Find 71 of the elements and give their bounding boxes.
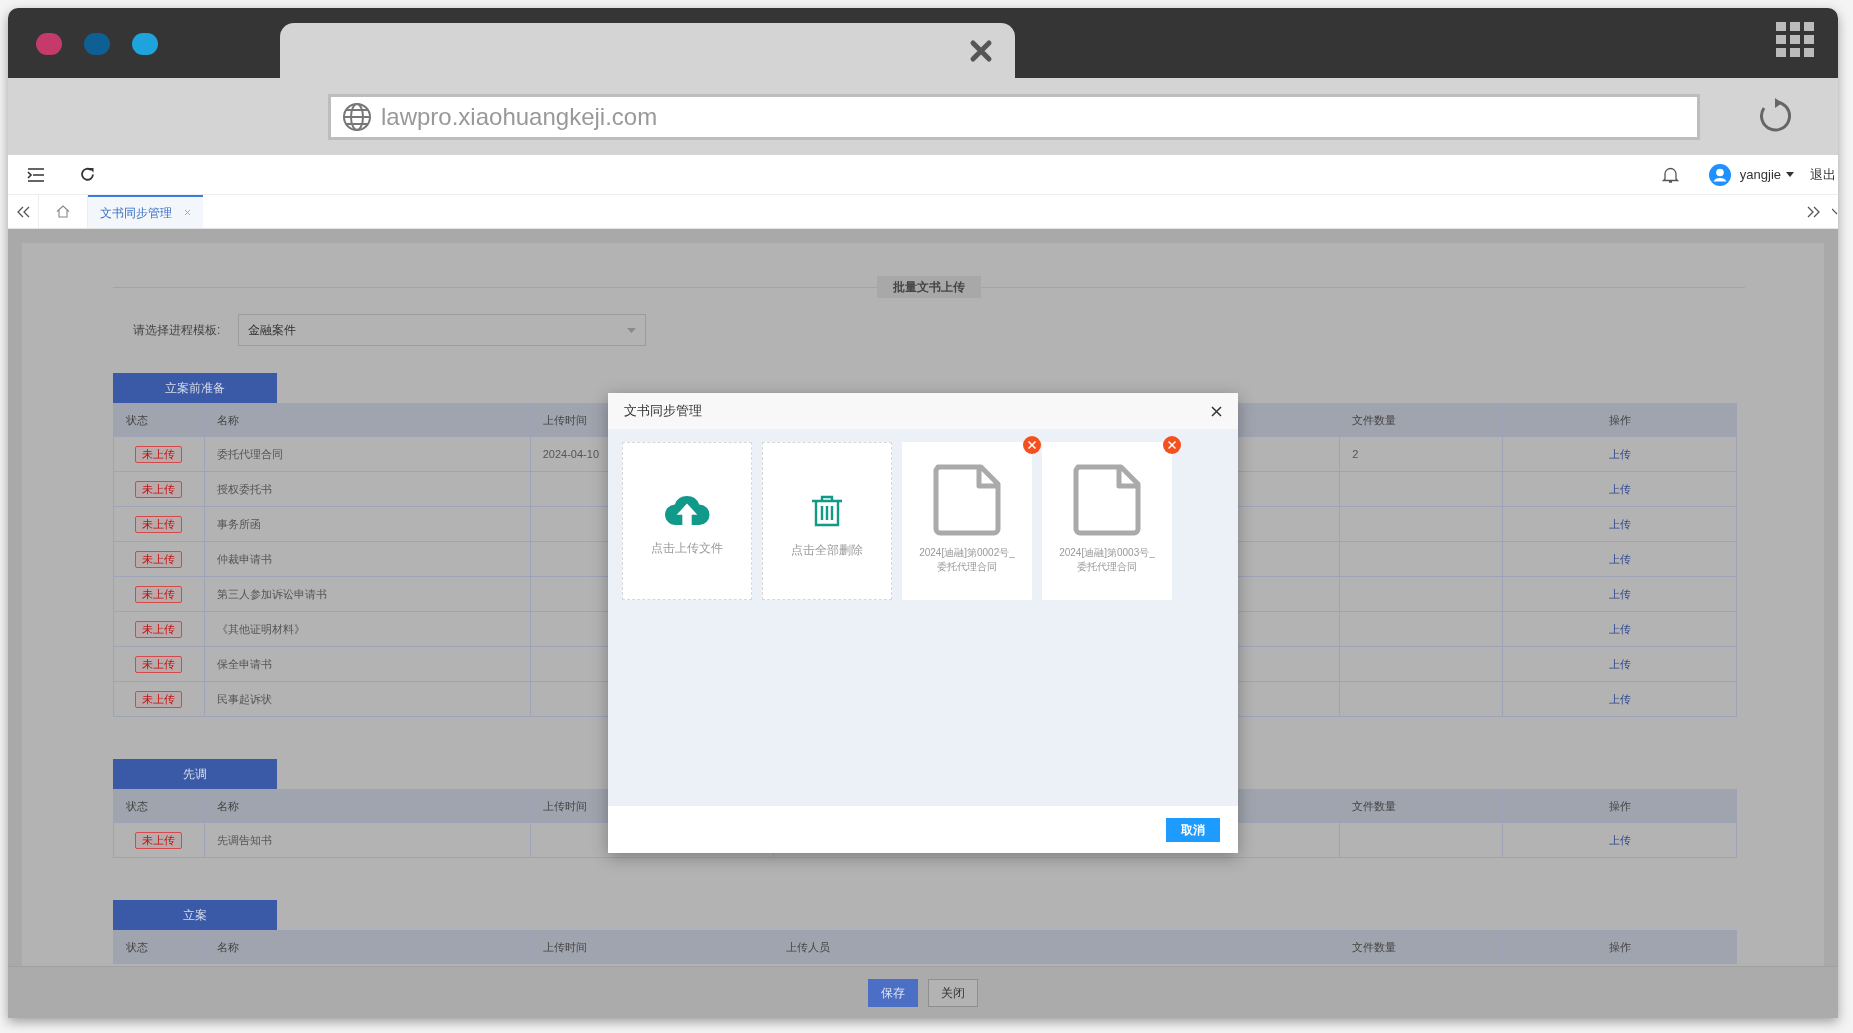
- table-cell: 保全申请书: [204, 647, 531, 682]
- home-icon[interactable]: [56, 205, 70, 218]
- document-icon: [933, 464, 1001, 536]
- trash-icon: [810, 495, 844, 527]
- column-header: 文件数量: [1340, 790, 1504, 823]
- file-card[interactable]: 2024[迪融]第0002号_ 委托代理合同: [902, 442, 1032, 600]
- close-button[interactable]: 关闭: [928, 978, 978, 1007]
- save-button[interactable]: 保存: [868, 978, 918, 1007]
- column-header: 操作: [1503, 931, 1737, 964]
- menu-icon[interactable]: [27, 166, 45, 183]
- column-header: 名称: [204, 790, 531, 823]
- table-cell: 民事起诉状: [204, 682, 531, 717]
- upload-card[interactable]: 点击上传文件: [622, 442, 752, 600]
- table-cell: 事务所函: [204, 507, 531, 542]
- remove-icon[interactable]: [1023, 436, 1041, 454]
- table-cell: 先调告知书: [204, 823, 531, 858]
- url-field[interactable]: lawpro.xiaohuangkeji.com: [328, 93, 1700, 140]
- section-header: 立案前准备: [113, 373, 277, 403]
- upload-link[interactable]: 上传: [1608, 831, 1631, 849]
- upload-link[interactable]: 上传: [1608, 515, 1631, 533]
- table-cell: 《其他证明材料》: [204, 612, 531, 647]
- column-header: 操作: [1503, 790, 1737, 823]
- cancel-button[interactable]: 取消: [1166, 817, 1220, 842]
- refresh-icon[interactable]: [79, 166, 96, 183]
- page-title: 批量文书上传: [877, 276, 981, 298]
- column-header: 文件数量: [1340, 404, 1504, 437]
- double-left-chevron-icon[interactable]: [16, 205, 30, 218]
- file-card[interactable]: 2024[迪融]第0003号_ 委托代理合同: [1042, 442, 1172, 600]
- document-icon: [1073, 464, 1141, 536]
- logout-link[interactable]: 退出: [1810, 164, 1836, 185]
- double-right-chevron-icon[interactable]: [1807, 205, 1820, 218]
- user-avatar-icon[interactable]: [1708, 163, 1731, 186]
- upload-link[interactable]: 上传: [1608, 690, 1631, 708]
- column-header: 文件数量: [1340, 931, 1504, 964]
- upload-link[interactable]: 上传: [1608, 585, 1631, 603]
- template-select[interactable]: 金融案件: [238, 314, 647, 346]
- close-icon[interactable]: [969, 39, 993, 63]
- upload-link[interactable]: 上传: [1608, 655, 1631, 673]
- cloud-upload-icon: [664, 495, 710, 525]
- chevron-down-icon[interactable]: [1832, 207, 1838, 216]
- delete-all-card[interactable]: 点击全部删除: [762, 442, 892, 600]
- user-menu[interactable]: yangjie: [1739, 164, 1794, 185]
- dialog-title: 文书同步管理: [624, 402, 702, 421]
- url-text: lawpro.xiaohuangkeji.com: [381, 101, 658, 132]
- table-cell: 仲裁申请书: [204, 542, 531, 577]
- column-header: 状态: [114, 404, 205, 437]
- bell-icon[interactable]: [1661, 165, 1679, 184]
- globe-icon: [341, 100, 373, 133]
- table-cell: 授权委托书: [204, 472, 531, 507]
- column-header: 名称: [204, 931, 531, 964]
- remove-icon[interactable]: [1163, 436, 1181, 454]
- page-tab[interactable]: 文书同步管理: [88, 195, 203, 228]
- table-cell: 2: [1340, 437, 1504, 472]
- caret-icon: [1786, 172, 1794, 177]
- upload-link[interactable]: 上传: [1608, 480, 1631, 498]
- upload-link[interactable]: 上传: [1608, 445, 1631, 463]
- column-header: 上传时间: [530, 931, 774, 964]
- template-label: 请选择进程模板:: [133, 322, 221, 339]
- close-icon[interactable]: [1211, 405, 1222, 417]
- column-header: 名称: [204, 404, 531, 437]
- column-header: 上传人员: [773, 931, 1341, 964]
- upload-link[interactable]: 上传: [1608, 550, 1631, 568]
- app-grid-icon[interactable]: [1776, 22, 1814, 58]
- upload-link[interactable]: 上传: [1608, 620, 1631, 638]
- section-header: 立案: [113, 900, 277, 930]
- column-header: 状态: [114, 790, 205, 823]
- column-header: 操作: [1503, 404, 1737, 437]
- table-cell: 委托代理合同: [204, 437, 531, 472]
- section-header: 先调: [113, 759, 277, 789]
- column-header: 状态: [114, 931, 205, 964]
- caret-icon: [627, 327, 637, 333]
